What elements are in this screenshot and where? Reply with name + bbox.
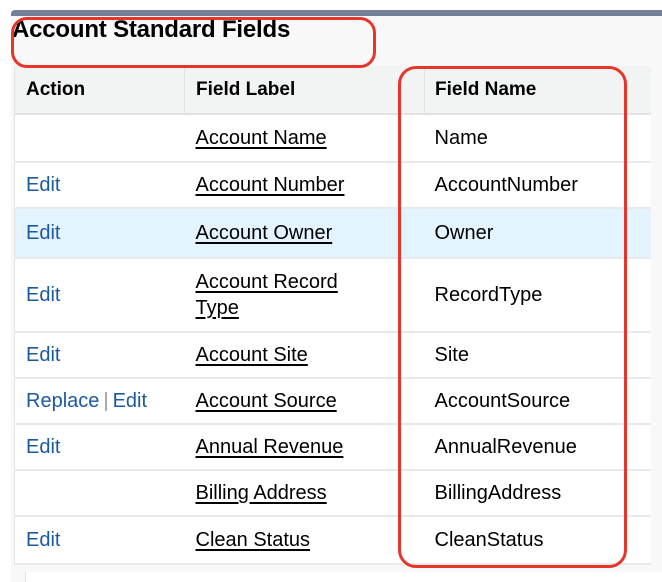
table-row-partial (25, 572, 662, 582)
edit-link[interactable]: Edit (26, 529, 60, 551)
replace-link[interactable]: Replace (26, 390, 99, 412)
field-name-cell: CleanStatus (424, 516, 651, 565)
action-cell (14, 114, 185, 163)
action-cell: Edit (14, 424, 185, 471)
action-cell: Edit (14, 516, 185, 565)
field-name-cell: Name (424, 114, 651, 163)
field-label-cell: Account Name (184, 114, 425, 163)
table-row: Edit Account Number AccountNumber (14, 162, 651, 209)
field-label-link[interactable]: Account Record Type (196, 269, 386, 321)
action-cell: Edit (14, 332, 185, 379)
field-name-cell: RecordType (424, 258, 651, 333)
action-cell (14, 470, 185, 517)
field-name-cell: BillingAddress (424, 470, 651, 517)
column-header-field-label[interactable]: Field Label (184, 66, 425, 115)
action-cell: Edit (14, 208, 185, 259)
field-label-cell: Clean Status (184, 516, 425, 565)
field-name-cell: AccountNumber (424, 162, 651, 209)
page-title: Account Standard Fields (12, 16, 291, 43)
edit-link[interactable]: Edit (26, 174, 60, 196)
edit-link[interactable]: Edit (26, 436, 60, 458)
edit-link[interactable]: Edit (26, 344, 60, 366)
field-label-cell: Account Owner (184, 208, 425, 259)
table-row: Replace | Edit Account Source AccountSource (14, 378, 651, 425)
column-header-field-name[interactable]: Field Name (424, 66, 651, 115)
field-label-cell: Account Record Type (184, 258, 425, 333)
table-row: Edit Account Owner Owner (14, 208, 651, 259)
field-label-cell: Account Source (184, 378, 425, 425)
action-cell: Edit (14, 258, 185, 333)
table-row: Edit Account Record Type RecordType (14, 258, 651, 333)
table-row: Account Name Name (14, 114, 651, 163)
edit-link[interactable]: Edit (113, 390, 147, 412)
field-label-link[interactable]: Billing Address (196, 482, 327, 504)
field-label-link[interactable]: Account Owner (196, 222, 333, 244)
field-name-cell: Site (424, 332, 651, 379)
field-name-cell: Owner (424, 208, 651, 259)
field-label-cell: Annual Revenue (184, 424, 425, 471)
action-cell: Edit (14, 162, 185, 209)
fields-table: Action Field Label Field Name Account Na… (14, 66, 651, 565)
field-label-cell: Account Site (184, 332, 425, 379)
table-row: Edit Clean Status CleanStatus (14, 516, 651, 565)
table-header-row: Action Field Label Field Name (14, 66, 651, 115)
edit-link[interactable]: Edit (26, 284, 60, 306)
field-name-cell: AccountSource (424, 378, 651, 425)
action-separator: | (103, 390, 109, 412)
table-row: Edit Account Site Site (14, 332, 651, 379)
field-label-link[interactable]: Account Source (196, 390, 337, 412)
table-row: Edit Annual Revenue AnnualRevenue (14, 424, 651, 471)
field-label-link[interactable]: Account Site (196, 344, 308, 366)
field-name-cell: AnnualRevenue (424, 424, 651, 471)
field-label-link[interactable]: Clean Status (196, 529, 311, 551)
field-label-link[interactable]: Account Number (196, 174, 345, 196)
field-label-cell: Billing Address (184, 470, 425, 517)
field-label-cell: Account Number (184, 162, 425, 209)
action-cell: Replace | Edit (14, 378, 185, 425)
column-header-action[interactable]: Action (14, 66, 185, 115)
edit-link[interactable]: Edit (26, 222, 60, 244)
field-label-link[interactable]: Annual Revenue (196, 436, 344, 458)
field-label-link[interactable]: Account Name (196, 127, 327, 149)
table-row: Billing Address BillingAddress (14, 470, 651, 517)
